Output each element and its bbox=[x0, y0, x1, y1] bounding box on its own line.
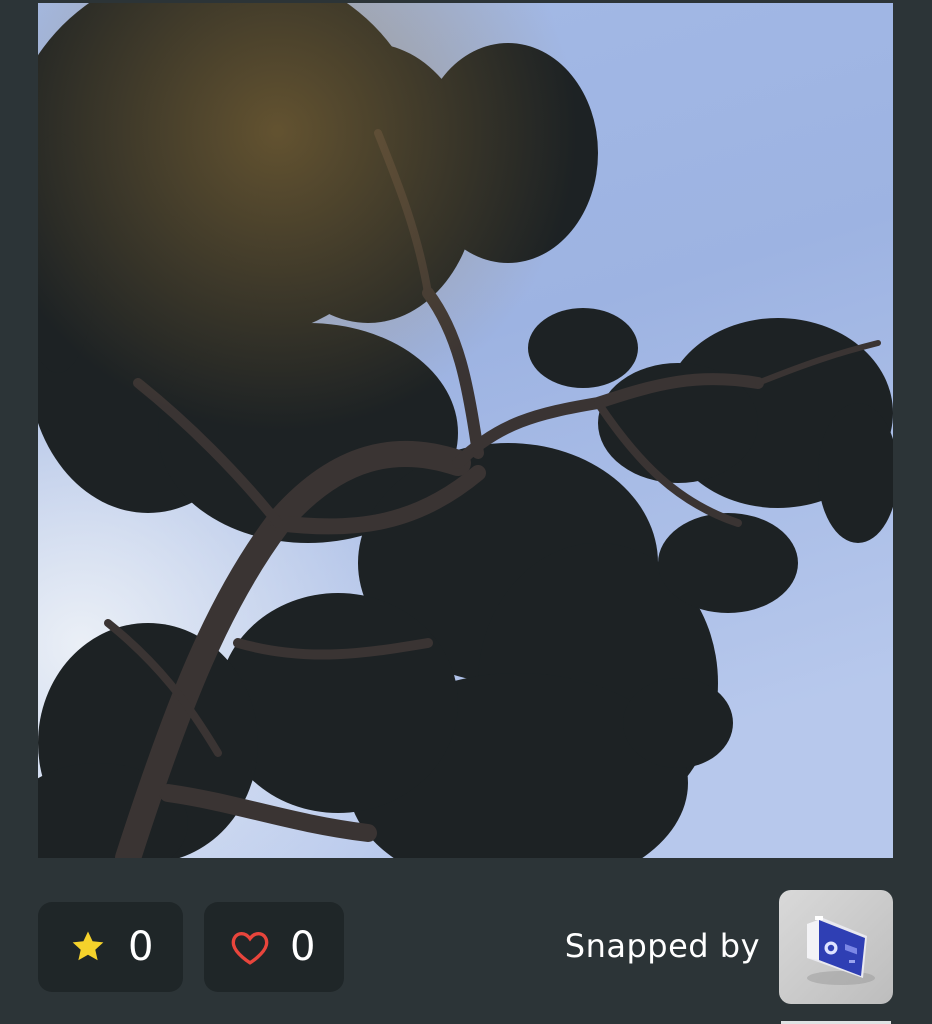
snapped-by-label: Snapped by bbox=[564, 927, 760, 965]
author-avatar[interactable] bbox=[779, 890, 893, 1004]
tree-photo-image bbox=[38, 3, 893, 858]
like-count: 0 bbox=[290, 924, 316, 970]
star-icon bbox=[68, 927, 108, 967]
like-count-button[interactable]: 0 bbox=[204, 902, 344, 992]
camera-avatar-icon bbox=[807, 916, 875, 985]
tree-photo[interactable] bbox=[38, 3, 893, 858]
star-count-button[interactable]: 0 bbox=[38, 902, 183, 992]
star-count: 0 bbox=[128, 924, 154, 970]
heart-icon bbox=[230, 927, 270, 967]
photo-detail-page: 0 0 Snapped by bbox=[0, 0, 932, 1024]
